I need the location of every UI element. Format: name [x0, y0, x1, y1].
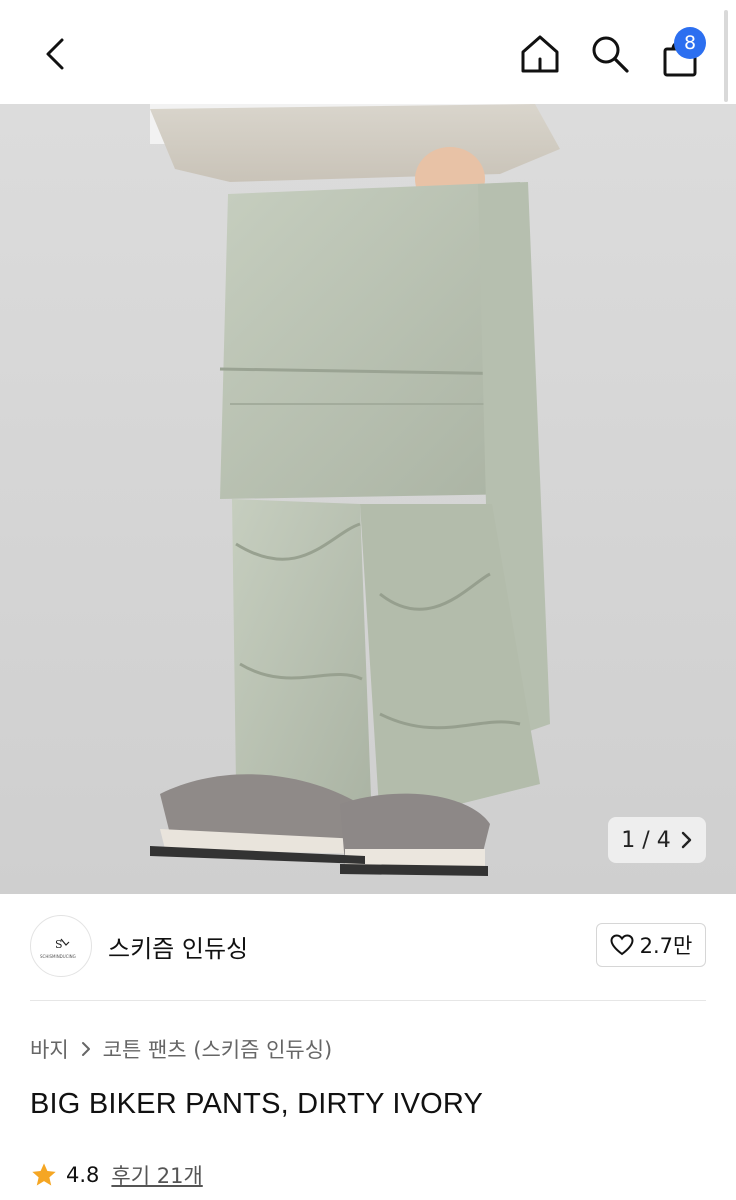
brand-logo-icon: S SCHISMINDUCING — [40, 938, 76, 959]
top-bar: 8 — [0, 0, 736, 104]
star-icon — [32, 1163, 56, 1186]
rating-value: 4.8 — [66, 1163, 100, 1187]
product-photo-illustration — [150, 104, 560, 876]
divider — [30, 1000, 706, 1001]
breadcrumb-category[interactable]: 바지 — [30, 1034, 69, 1064]
brand-logo-text: SCHISMINDUCING — [40, 954, 76, 959]
seller-row[interactable]: S SCHISMINDUCING 스키즘 인듀싱 2.7만 — [30, 915, 706, 979]
seller-name[interactable]: 스키즘 인듀싱 — [108, 929, 248, 964]
heart-icon — [610, 934, 634, 956]
like-count: 2.7만 — [639, 934, 693, 958]
image-counter[interactable]: 1 / 4 — [608, 817, 706, 863]
rating-row: 4.8 후기 21개 — [30, 1160, 203, 1190]
back-arrow-icon[interactable] — [30, 28, 82, 80]
chevron-right-icon — [681, 831, 691, 849]
search-icon[interactable] — [584, 28, 636, 80]
reviews-link[interactable]: 후기 21개 — [111, 1160, 202, 1190]
like-button[interactable]: 2.7만 — [596, 923, 706, 967]
product-image[interactable] — [0, 104, 736, 894]
chevron-right-icon — [81, 1042, 90, 1056]
scrollbar[interactable] — [724, 10, 728, 102]
home-icon[interactable] — [514, 28, 566, 80]
cart-count-badge: 8 — [674, 27, 706, 59]
breadcrumb: 바지 코튼 팬츠 (스키즘 인듀싱) — [30, 1034, 332, 1064]
seller-logo[interactable]: S SCHISMINDUCING — [30, 915, 92, 977]
image-counter-text: 1 / 4 — [621, 827, 671, 853]
product-title: BIG BIKER PANTS, DIRTY IVORY — [30, 1088, 484, 1120]
breadcrumb-subcategory[interactable]: 코튼 팬츠 (스키즘 인듀싱) — [103, 1034, 333, 1064]
